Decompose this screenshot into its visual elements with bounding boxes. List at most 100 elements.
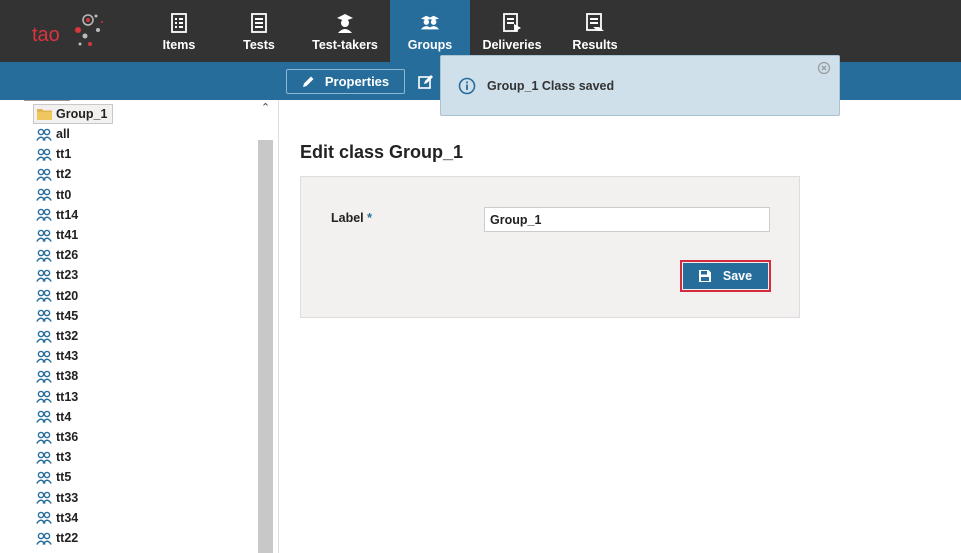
tree-item-label: tt14 xyxy=(56,207,79,222)
tao-logo[interactable]: tao xyxy=(30,8,110,54)
scrollbar-thumb[interactable] xyxy=(258,140,273,553)
group-icon xyxy=(36,370,52,383)
nav-deliveries[interactable]: Deliveries xyxy=(472,0,552,62)
tree-item[interactable]: tt36 xyxy=(36,428,78,446)
tree-item-label: tt43 xyxy=(56,349,79,364)
group-icon xyxy=(36,451,52,464)
nav-test-takers-label: Test-takers xyxy=(312,38,378,52)
pencil-icon xyxy=(302,76,314,87)
group-icon xyxy=(36,309,52,323)
nav-groups[interactable]: Groups xyxy=(390,0,470,62)
group-icon xyxy=(36,289,52,302)
group-icon xyxy=(36,168,52,181)
group-icon xyxy=(36,410,52,424)
tree-item-label: tt3 xyxy=(56,450,72,465)
notification-popup: Group_1 Class saved xyxy=(440,55,840,116)
edit-icon[interactable] xyxy=(416,72,436,92)
group-icon xyxy=(36,249,52,262)
save-button-highlight: Save xyxy=(680,260,771,292)
tree-item-label: tt45 xyxy=(56,308,79,323)
notification-message: Group_1 Class saved xyxy=(487,79,615,93)
items-icon xyxy=(171,13,187,33)
tree-item-label: tt32 xyxy=(56,329,79,343)
info-icon xyxy=(458,77,476,95)
nav-items[interactable]: Items xyxy=(139,0,219,62)
tree-item-label: Group_1 xyxy=(56,107,108,121)
tree-item[interactable]: tt3 xyxy=(36,448,71,466)
folder-icon xyxy=(37,109,52,120)
tree-item-label: all xyxy=(56,127,70,141)
tree-item-label: tt0 xyxy=(56,187,72,202)
tree-item[interactable]: tt14 xyxy=(36,206,78,224)
tree-item-label: tt41 xyxy=(56,228,79,242)
properties-button[interactable]: Properties xyxy=(286,69,405,94)
group-icon xyxy=(36,208,52,222)
page-title: Edit class Group_1 xyxy=(300,142,464,162)
scroll-up-arrow[interactable]: ⌃ xyxy=(258,100,273,116)
nav-tests-label: Tests xyxy=(243,38,275,52)
label-field-label: Label * xyxy=(331,211,372,225)
tree-item-label: tt22 xyxy=(56,531,79,545)
properties-button-label: Properties xyxy=(324,74,390,89)
tree-item[interactable]: tt38 xyxy=(36,367,78,385)
tree-item[interactable]: tt20 xyxy=(36,287,78,305)
tree-item[interactable]: tt2 xyxy=(36,165,71,183)
tests-icon xyxy=(251,13,267,33)
group-icon xyxy=(36,491,52,504)
results-icon xyxy=(586,13,604,31)
tree-item[interactable]: tt41 xyxy=(36,226,78,244)
tree-item-label: tt34 xyxy=(56,510,79,525)
tree-item[interactable]: tt45 xyxy=(36,307,78,325)
close-icon[interactable] xyxy=(817,61,831,75)
tree-item-label: tt20 xyxy=(56,288,79,303)
group-icon xyxy=(36,188,52,201)
group-icon xyxy=(36,330,52,343)
tree-item-label: tt4 xyxy=(56,409,72,424)
groups-icon xyxy=(420,15,440,30)
tree-root-connector xyxy=(24,97,70,101)
tree-item[interactable]: tt5 xyxy=(36,468,71,486)
tree-item[interactable]: tt34 xyxy=(36,509,78,527)
edit-class-form: Label * Save xyxy=(300,176,800,318)
tree-item-label: tt33 xyxy=(56,490,79,505)
tree-item[interactable]: tt43 xyxy=(36,347,78,365)
tree-item[interactable]: tt33 xyxy=(36,489,78,507)
nav-groups-label: Groups xyxy=(407,38,453,52)
tree-item-label: tt2 xyxy=(56,167,72,182)
tree-class-node[interactable]: Group_1 xyxy=(33,104,114,124)
tree-item[interactable]: tt26 xyxy=(36,246,78,264)
test-takers-icon xyxy=(337,14,353,33)
svg-text:tao: tao xyxy=(32,24,60,46)
save-button[interactable]: Save xyxy=(683,263,768,289)
tree-item[interactable]: tt32 xyxy=(36,327,78,345)
tree-item-label: tt23 xyxy=(56,268,79,283)
deliveries-icon xyxy=(503,13,521,32)
resource-tree: Group_1all tt1 tt2 tt0 tt14 tt41 tt26 tt23 tt20 t… xyxy=(0,100,279,553)
tree-item[interactable]: all xyxy=(36,125,70,143)
required-mark: * xyxy=(367,211,373,225)
tree-item[interactable]: tt22 xyxy=(36,529,78,547)
label-text: Label xyxy=(331,211,364,225)
tree-item[interactable]: tt1 xyxy=(36,145,71,163)
group-icon xyxy=(36,128,52,141)
tree-item-label: tt38 xyxy=(56,369,79,384)
group-icon xyxy=(36,269,52,282)
group-icon xyxy=(36,431,52,444)
tree-item-label: tt13 xyxy=(56,389,79,404)
nav-tests[interactable]: Tests xyxy=(219,0,299,62)
group-icon xyxy=(36,532,52,545)
group-icon xyxy=(36,229,52,242)
group-icon xyxy=(36,390,52,403)
top-navigation: tao Items Tests Test-takers Groups Deliv… xyxy=(0,0,961,62)
group-icon xyxy=(36,148,52,161)
label-input[interactable] xyxy=(484,207,770,232)
tree-item[interactable]: tt4 xyxy=(36,408,71,426)
group-icon xyxy=(36,471,52,484)
tree-item[interactable]: tt0 xyxy=(36,186,71,204)
floppy-disk-icon xyxy=(698,270,711,282)
nav-test-takers[interactable]: Test-takers xyxy=(305,0,385,62)
nav-results[interactable]: Results xyxy=(555,0,635,62)
tree-item[interactable]: tt23 xyxy=(36,266,78,284)
tree-item[interactable]: tt13 xyxy=(36,388,78,406)
nav-deliveries-label: Deliveries xyxy=(482,38,542,52)
